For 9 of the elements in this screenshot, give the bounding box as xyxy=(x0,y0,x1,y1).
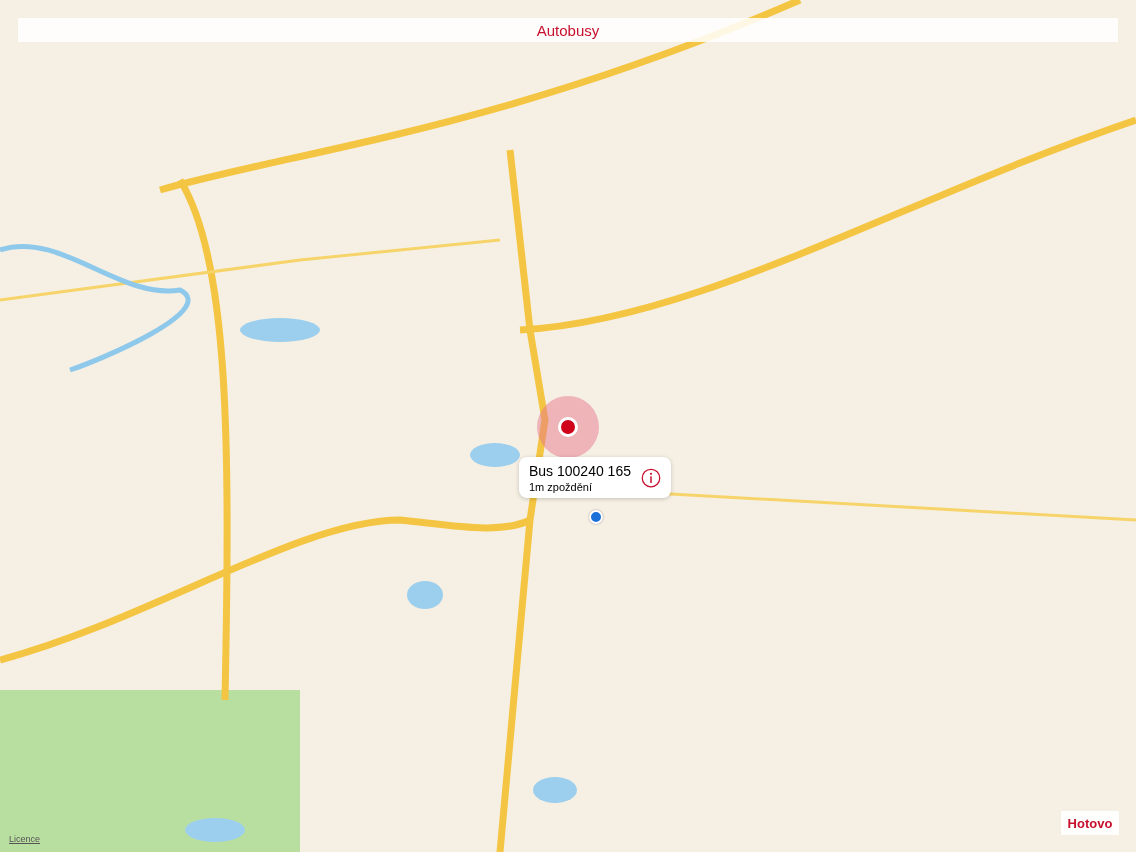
info-icon[interactable] xyxy=(641,467,661,488)
bus-location-pin[interactable] xyxy=(537,396,599,458)
screen-title: Autobusy xyxy=(536,21,600,39)
user-location-dot xyxy=(589,510,603,524)
delay-text: 1m zpoždění xyxy=(529,480,593,493)
licence-link[interactable]: Licence xyxy=(9,834,41,844)
bus-callout[interactable]: Bus 100240 165 1m zpoždění xyxy=(519,457,671,498)
done-button[interactable]: Hotovo xyxy=(1061,811,1119,835)
bus-name: Bus 100240 165 xyxy=(529,462,631,479)
